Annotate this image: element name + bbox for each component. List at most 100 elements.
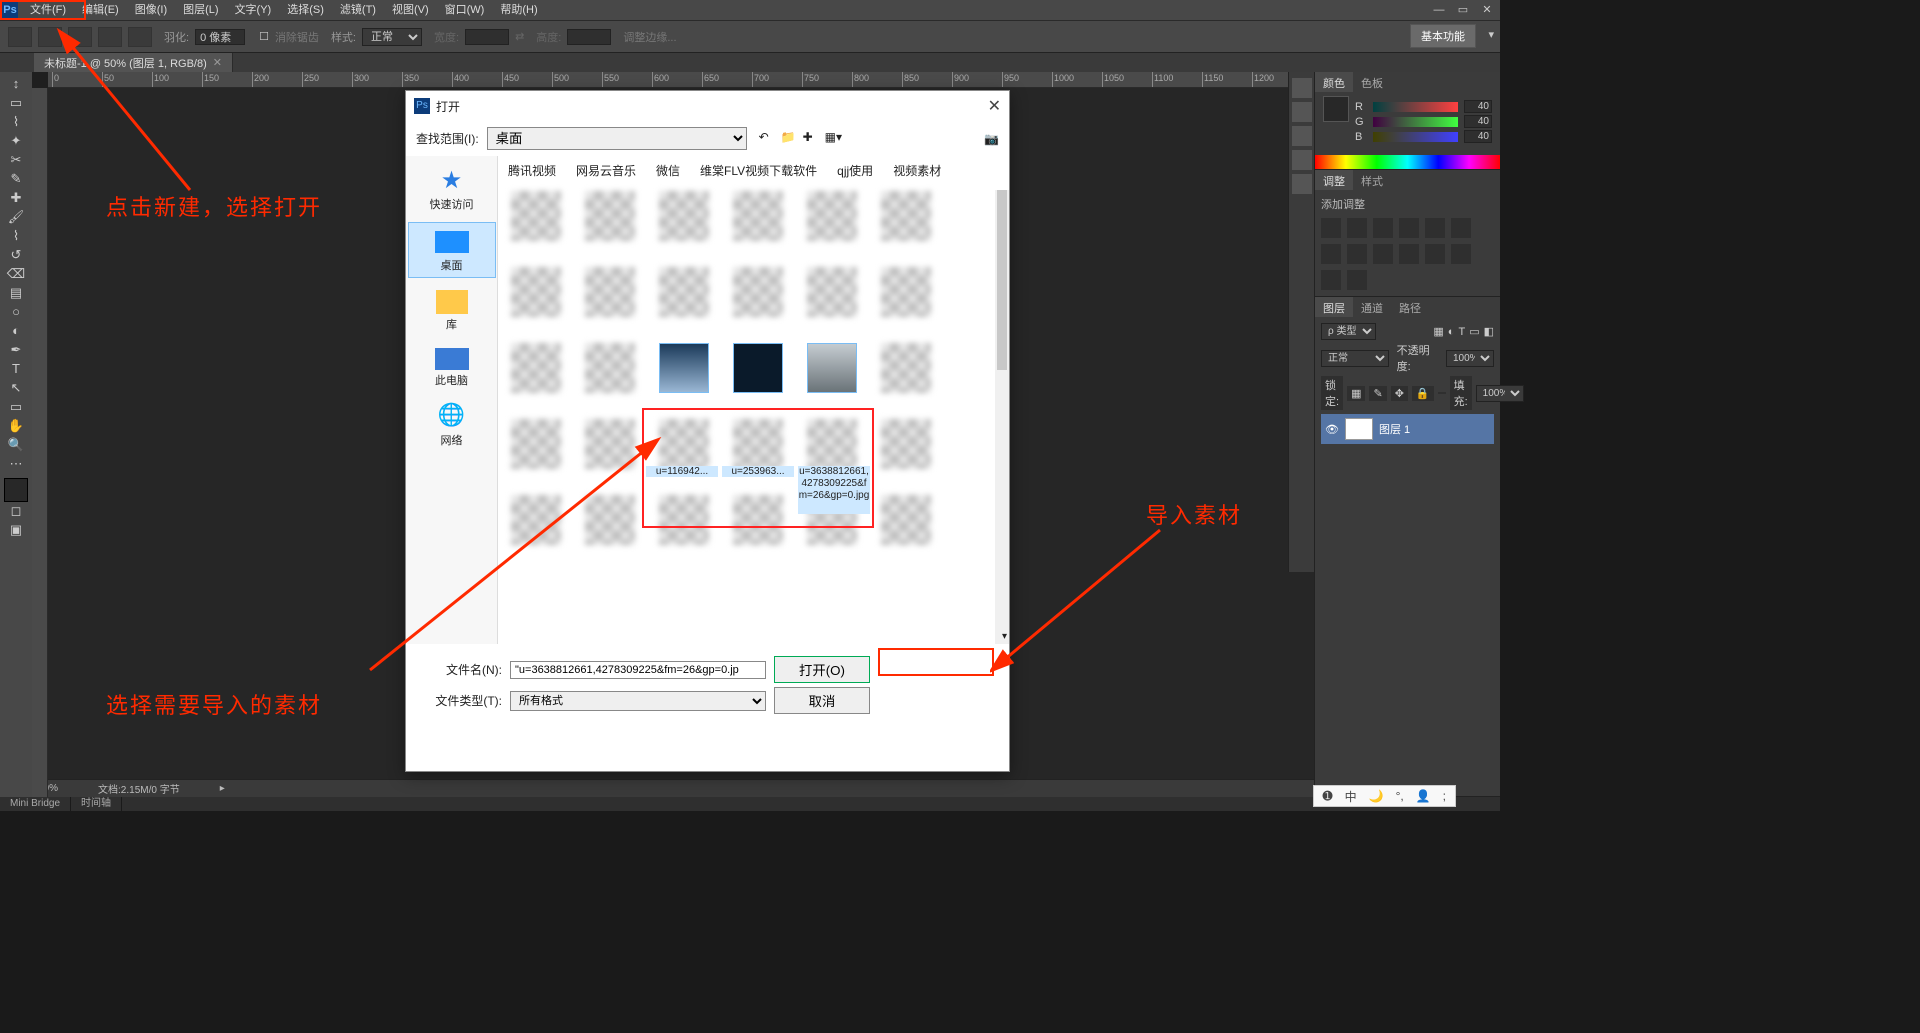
menu-item[interactable]: 视图(V) xyxy=(384,0,437,20)
dialog-close-icon[interactable]: ✕ xyxy=(988,96,1001,116)
folder-link[interactable]: 网易云音乐 xyxy=(576,162,636,179)
filter-adj-icon[interactable]: ◐ xyxy=(1448,326,1455,338)
type-tool-icon[interactable]: T xyxy=(3,359,29,378)
close-tab-icon[interactable]: ✕ xyxy=(213,56,222,69)
layer-kind-select[interactable]: ρ 类型 xyxy=(1321,323,1376,340)
lock-trans-icon[interactable]: ▦ xyxy=(1347,386,1365,401)
file-thumb[interactable] xyxy=(504,343,568,409)
file-thumb[interactable] xyxy=(874,343,938,409)
blur-tool-icon[interactable]: ○ xyxy=(3,302,29,321)
b-value[interactable] xyxy=(1464,130,1492,143)
adj-vibrance-icon[interactable] xyxy=(1425,218,1445,238)
place-desktop[interactable]: 桌面 xyxy=(408,222,496,278)
zoom-tool-icon[interactable]: 🔍 xyxy=(3,435,29,454)
file-thumb[interactable] xyxy=(578,343,642,409)
lock-pos-icon[interactable]: ✥ xyxy=(1391,386,1408,401)
menu-item[interactable]: 帮助(H) xyxy=(492,0,545,20)
feather-input[interactable] xyxy=(195,29,245,45)
adj-balance-icon[interactable] xyxy=(1321,244,1341,264)
adj-photo-filter-icon[interactable] xyxy=(1373,244,1393,264)
file-thumb[interactable] xyxy=(800,267,864,333)
tab-color[interactable]: 颜色 xyxy=(1315,72,1353,92)
marquee-preset-icon[interactable] xyxy=(8,27,32,47)
filetype-select[interactable]: 所有格式 xyxy=(510,691,766,711)
menu-item[interactable]: 窗口(W) xyxy=(437,0,493,20)
newfolder-icon[interactable]: ✚ xyxy=(803,130,821,148)
filter-type-icon[interactable]: T xyxy=(1458,326,1465,338)
file-thumb[interactable] xyxy=(726,267,790,333)
workspace-select[interactable]: 基本功能 xyxy=(1410,24,1476,48)
quickmask-tool-icon[interactable]: ◻ xyxy=(3,501,29,520)
marquee-tool-icon[interactable]: ▭ xyxy=(3,93,29,112)
lookin-select[interactable]: 桌面 xyxy=(487,127,747,150)
ime-bar[interactable]: ➊中🌙°,👤; xyxy=(1313,785,1456,807)
b-slider[interactable] xyxy=(1373,132,1458,142)
tab-adjust[interactable]: 调整 xyxy=(1315,170,1353,190)
tab-paths[interactable]: 路径 xyxy=(1391,297,1429,317)
dock-actions-icon[interactable] xyxy=(1292,102,1312,122)
eraser-tool-icon[interactable]: ⌫ xyxy=(3,264,29,283)
adj-curves-icon[interactable] xyxy=(1373,218,1393,238)
file-label[interactable]: u=253963... xyxy=(722,466,794,477)
heal-tool-icon[interactable]: ✚ xyxy=(3,188,29,207)
adj-mixer-icon[interactable] xyxy=(1399,244,1419,264)
refine-edge-button[interactable]: 调整边缘... xyxy=(623,29,676,45)
filter-smart-icon[interactable]: ◧ xyxy=(1484,325,1494,338)
file-label[interactable]: u=3638812661,4278309225&fm=26&gp=0.jpg xyxy=(798,466,870,514)
marquee-mode-new-icon[interactable] xyxy=(38,27,62,47)
place-thispc[interactable]: 此电脑 xyxy=(408,342,496,392)
adj-bw-icon[interactable] xyxy=(1347,244,1367,264)
file-thumb[interactable] xyxy=(504,419,568,485)
history-brush-tool-icon[interactable]: ↺ xyxy=(3,245,29,264)
adj-posterize-icon[interactable] xyxy=(1321,270,1341,290)
g-slider[interactable] xyxy=(1373,117,1458,127)
file-thumb[interactable] xyxy=(726,191,790,257)
file-thumb[interactable] xyxy=(800,343,864,409)
dock-char-icon[interactable] xyxy=(1292,150,1312,170)
file-thumb[interactable] xyxy=(874,191,938,257)
file-thumb[interactable] xyxy=(578,419,642,485)
file-label[interactable]: u=116942... xyxy=(646,466,718,477)
dock-history-icon[interactable] xyxy=(1292,78,1312,98)
file-thumb[interactable] xyxy=(874,267,938,333)
dock-para-icon[interactable] xyxy=(1292,174,1312,194)
back-icon[interactable]: ↶ xyxy=(759,130,777,148)
file-thumb[interactable] xyxy=(652,191,716,257)
adj-invert-icon[interactable] xyxy=(1451,244,1471,264)
scrollbar[interactable]: ▾ xyxy=(995,190,1009,644)
filter-shape-icon[interactable]: ▭ xyxy=(1469,325,1479,338)
document-tab[interactable]: 未标题-1 @ 50% (图层 1, RGB/8) ✕ xyxy=(34,53,233,72)
fill-select[interactable]: 100% xyxy=(1476,385,1524,402)
folder-link[interactable]: 视频素材 xyxy=(893,162,941,179)
adj-levels-icon[interactable] xyxy=(1347,218,1367,238)
place-libraries[interactable]: 库 xyxy=(408,284,496,336)
menu-item[interactable]: 图层(L) xyxy=(175,0,226,20)
file-browser[interactable]: 腾讯视频 网易云音乐 微信 维棠FLV视频下载软件 qjj使用 视频素材 u=1… xyxy=(498,156,1009,644)
folder-link[interactable]: qjj使用 xyxy=(837,162,873,179)
timeline-tab[interactable]: 时间轴 xyxy=(71,797,122,811)
tab-layers[interactable]: 图层 xyxy=(1315,297,1353,317)
maximize-button[interactable]: ▭ xyxy=(1454,0,1472,20)
file-thumb[interactable] xyxy=(578,191,642,257)
path-tool-icon[interactable]: ↖ xyxy=(3,378,29,397)
file-thumb[interactable] xyxy=(578,495,642,561)
minibridge-tab[interactable]: Mini Bridge xyxy=(0,797,71,811)
blend-mode-select[interactable]: 正常 xyxy=(1321,350,1389,367)
up-icon[interactable]: 📁 xyxy=(781,130,799,148)
crop-tool-icon[interactable]: ✂ xyxy=(3,150,29,169)
opacity-select[interactable]: 100% xyxy=(1446,350,1494,367)
gradient-tool-icon[interactable]: ▤ xyxy=(3,283,29,302)
file-thumb[interactable] xyxy=(652,343,716,409)
marquee-mode-add-icon[interactable] xyxy=(68,27,92,47)
tab-channels[interactable]: 通道 xyxy=(1353,297,1391,317)
file-thumb[interactable] xyxy=(874,495,938,561)
lock-pixel-icon[interactable]: ✎ xyxy=(1369,386,1386,401)
move-tool-icon[interactable]: ↕ xyxy=(3,74,29,93)
brush-tool-icon[interactable]: 🖌 xyxy=(3,207,29,226)
adj-threshold-icon[interactable] xyxy=(1347,270,1367,290)
adj-hue-icon[interactable] xyxy=(1451,218,1471,238)
file-thumb[interactable] xyxy=(726,343,790,409)
stamp-tool-icon[interactable]: ⌇ xyxy=(3,226,29,245)
layer-item[interactable]: 👁 图层 1 xyxy=(1321,414,1494,444)
file-thumb[interactable] xyxy=(578,267,642,333)
